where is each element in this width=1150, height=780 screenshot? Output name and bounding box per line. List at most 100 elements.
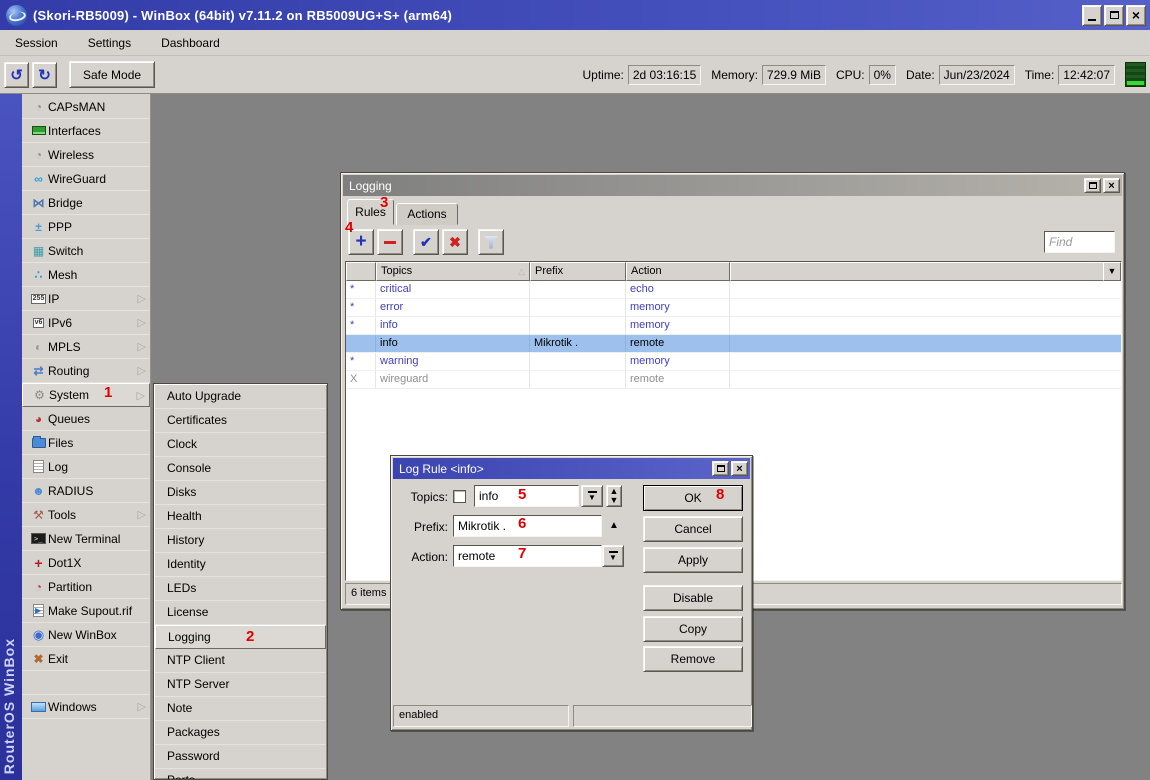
redo-button[interactable]: ↻ [32,62,57,88]
logging-close-button[interactable]: × [1103,178,1120,193]
logging-maximize-button[interactable] [1084,178,1101,193]
sidebar-item-mpls[interactable]: ◐MPLS▷ [22,335,150,359]
submenu-item-license[interactable]: License [155,601,326,625]
logging-title-bar[interactable]: Logging × [343,175,1122,196]
submenu-item-history[interactable]: History [155,529,326,553]
table-row[interactable]: * warning memory [346,353,1121,371]
menu-session[interactable]: Session [0,30,73,56]
submenu-item-auto-upgrade[interactable]: Auto Upgrade [155,385,326,409]
status-stats: Uptime: 2d 03:16:15 Memory: 729.9 MiB CP… [577,62,1147,87]
submenu-item-note[interactable]: Note [155,697,326,721]
table-row-disabled[interactable]: X wireguard remote [346,371,1121,389]
sidebar-item-new-winbox[interactable]: ◉New WinBox [22,623,150,647]
sidebar-item-bridge[interactable]: ⋈Bridge [22,191,150,215]
sidebar-item-routing[interactable]: ⇄Routing▷ [22,359,150,383]
topics-dropdown-button[interactable]: ▼ [581,485,603,507]
prefix-up-arrow-icon[interactable]: ▲ [609,520,619,531]
cancel-button[interactable]: Cancel [643,516,743,542]
plus-icon: + [355,231,366,253]
check-icon: ✔ [420,234,432,251]
annotation-2: 2 [246,628,254,645]
submenu-item-certificates[interactable]: Certificates [155,409,326,433]
sidebar-item-make-supout[interactable]: ▶Make Supout.rif [22,599,150,623]
action-dropdown-button[interactable]: ▼ [602,545,624,567]
sidebar-item-partition[interactable]: ◔Partition [22,575,150,599]
maximize-button[interactable] [1104,5,1124,26]
column-flag[interactable] [346,262,376,281]
filter-button[interactable] [478,229,504,255]
sidebar-item-interfaces[interactable]: Interfaces [22,119,150,143]
submenu-item-clock[interactable]: Clock [155,433,326,457]
sidebar-item-ipv6[interactable]: v6IPv6▷ [22,311,150,335]
sidebar-item-exit[interactable]: ✖Exit [22,647,150,671]
menu-settings[interactable]: Settings [73,30,146,56]
submenu-item-disks[interactable]: Disks [155,481,326,505]
copy-button[interactable]: Copy [643,616,743,642]
submenu-item-ntp-client[interactable]: NTP Client [155,649,326,673]
find-input[interactable] [1044,231,1115,253]
table-row-selected[interactable]: info Mikrotik . remote [346,335,1121,353]
submenu-item-identity[interactable]: Identity [155,553,326,577]
tab-actions[interactable]: Actions [396,203,458,225]
uptime-label: Uptime: [583,68,624,82]
column-action[interactable]: Action [626,262,730,281]
sidebar-item-ip[interactable]: 255IP▷ [22,287,150,311]
window-title: (Skori-RB5009) - WinBox (64bit) v7.11.2 … [33,8,1080,23]
submenu-item-ntp-server[interactable]: NTP Server [155,673,326,697]
memory-value: 729.9 MiB [762,65,826,85]
sidebar-item-system[interactable]: ⚙System▷ [22,383,150,407]
remove-button[interactable]: Remove [643,646,743,672]
submenu-item-ports[interactable]: Ports [155,769,326,780]
table-row[interactable]: * info memory [346,317,1121,335]
sidebar-item-log[interactable]: Log [22,455,150,479]
safe-mode-button[interactable]: Safe Mode [69,61,155,88]
minimize-button[interactable] [1082,5,1102,26]
submenu-item-packages[interactable]: Packages [155,721,326,745]
sidebar-item-ppp[interactable]: ±PPP [22,215,150,239]
sidebar-item-tools[interactable]: ⚒Tools▷ [22,503,150,527]
action-field[interactable] [453,545,602,567]
enable-rule-button[interactable]: ✔ [413,229,439,255]
menu-bar: Session Settings Dashboard [0,30,1150,56]
undo-button[interactable]: ↺ [4,62,29,88]
dialog-title-bar[interactable]: Log Rule <info> × [393,458,750,479]
sidebar-item-new-terminal[interactable]: >_New Terminal [22,527,150,551]
apply-button[interactable]: Apply [643,547,743,573]
sidebar-item-queues[interactable]: ◕Queues [22,407,150,431]
status-spacer [573,705,752,727]
disable-button[interactable]: Disable [643,585,743,611]
remove-rule-button[interactable] [377,229,403,255]
sidebar-item-files[interactable]: Files [22,431,150,455]
ok-button[interactable]: OK [643,485,743,511]
sidebar-item-wireguard[interactable]: ∞WireGuard [22,167,150,191]
disable-rule-button[interactable]: ✖ [442,229,468,255]
sidebar-item-dot1x[interactable]: +Dot1X [22,551,150,575]
column-prefix[interactable]: Prefix [530,262,626,281]
sidebar-item-capsman[interactable]: ◔CAPsMAN [22,95,150,119]
sidebar-item-wireless[interactable]: ◔Wireless [22,143,150,167]
table-row[interactable]: * error memory [346,299,1121,317]
close-button[interactable]: × [1126,5,1146,26]
dialog-maximize-button[interactable] [712,461,729,476]
table-row[interactable]: * critical echo [346,281,1121,299]
submenu-item-console[interactable]: Console [155,457,326,481]
action-label: Action: [393,550,448,564]
sidebar-item-switch[interactable]: ▦Switch [22,239,150,263]
column-select-button[interactable]: ▼ [1103,262,1121,281]
sidebar-item-windows[interactable]: Windows▷ [22,695,150,719]
prefix-field[interactable] [453,515,602,537]
dialog-close-button[interactable]: × [731,461,748,476]
menu-dashboard[interactable]: Dashboard [146,30,235,56]
topics-spinner[interactable]: ▲▼ [606,485,622,507]
submenu-item-password[interactable]: Password [155,745,326,769]
submenu-item-health[interactable]: Health [155,505,326,529]
submenu-item-logging[interactable]: Logging [155,625,326,649]
topics-checkbox[interactable] [453,490,466,503]
sidebar-item-radius[interactable]: ☻RADIUS [22,479,150,503]
submenu-item-leds[interactable]: LEDs [155,577,326,601]
column-topics[interactable]: Topics△ [376,262,530,281]
topics-field[interactable] [474,485,579,507]
dialog-title: Log Rule <info> [399,462,710,476]
sidebar-item-mesh[interactable]: ∴Mesh [22,263,150,287]
brand-strip: RouterOS WinBox [0,94,22,780]
